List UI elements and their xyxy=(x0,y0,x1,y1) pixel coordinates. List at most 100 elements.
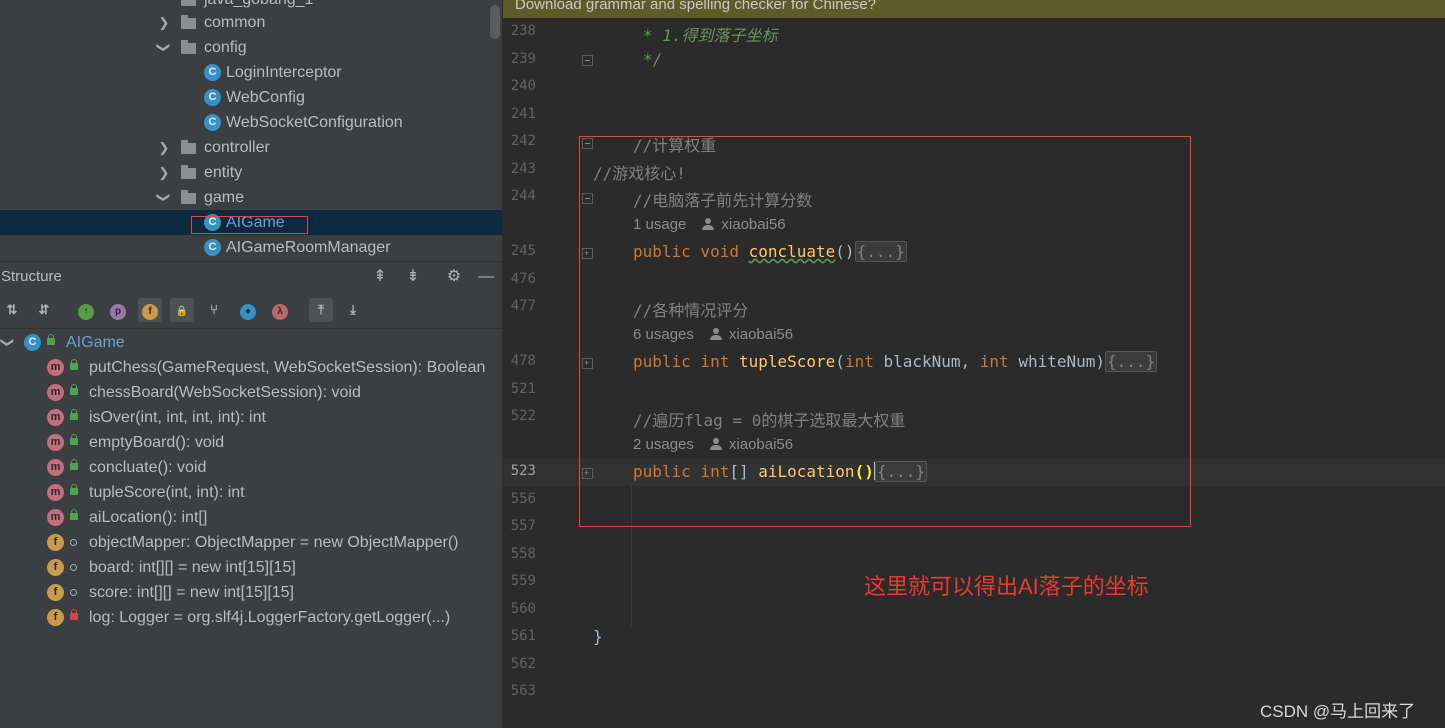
tree-item-entity[interactable]: ❯ entity xyxy=(0,160,502,185)
line-number[interactable]: 559 xyxy=(503,573,536,589)
chevron-right-icon[interactable]: ❯ xyxy=(158,135,170,160)
tree-item-label: config xyxy=(204,39,247,56)
chevron-down-icon[interactable]: ❯ xyxy=(152,42,177,54)
sort-by-visibility-icon[interactable]: ⇅ xyxy=(0,298,24,322)
line-number[interactable]: 478 xyxy=(503,353,536,369)
line-number[interactable]: 240 xyxy=(503,78,536,94)
tree-item-label: entity xyxy=(204,164,243,181)
line-number[interactable]: 243 xyxy=(503,161,536,177)
method-icon: m xyxy=(47,409,64,426)
tree-item-label: controller xyxy=(204,139,270,156)
tree-item-logininterceptor[interactable]: C LoginInterceptor xyxy=(0,60,502,85)
tree-item-label: common xyxy=(204,14,266,31)
tree-item-controller[interactable]: ❯ controller xyxy=(0,135,502,160)
line-number[interactable]: 560 xyxy=(503,601,536,617)
structure-member[interactable]: m concluate(): void xyxy=(0,455,502,480)
folder-icon xyxy=(181,40,196,54)
line-number[interactable]: 522 xyxy=(503,408,536,424)
line-number[interactable]: 521 xyxy=(503,381,536,397)
member-label: isOver(int, int, int, int): int xyxy=(89,409,266,426)
package-private-icon xyxy=(70,564,77,571)
line-number[interactable]: 476 xyxy=(503,271,536,287)
structure-member[interactable]: m putChess(GameRequest, WebSocketSession)… xyxy=(0,355,502,380)
show-lambdas-icon[interactable]: ● xyxy=(236,298,260,322)
method-icon: m xyxy=(47,384,64,401)
tree-item-config[interactable]: ❯ config xyxy=(0,35,502,60)
line-number[interactable]: 563 xyxy=(503,683,536,699)
code-editor[interactable]: Download grammar and spelling checker fo… xyxy=(503,0,1445,728)
field-icon: f xyxy=(47,559,64,576)
chevron-down-icon[interactable]: ❯ xyxy=(0,337,21,349)
show-properties-icon[interactable]: p xyxy=(106,298,130,322)
class-icon: C xyxy=(204,64,221,81)
structure-member[interactable]: m aiLocation(): int[] xyxy=(0,505,502,530)
structure-member[interactable]: f score: int[][] = new int[15][15] xyxy=(0,580,502,605)
line-number[interactable]: 241 xyxy=(503,106,536,122)
autoscroll-from-source-icon[interactable]: ⤓ xyxy=(341,298,365,322)
show-non-public-icon[interactable]: 🔒 xyxy=(170,298,194,322)
tree-item-common[interactable]: ❯ common xyxy=(0,10,502,35)
lock-icon xyxy=(47,334,55,345)
sort-alphabetically-icon[interactable]: ⇵ xyxy=(32,298,56,322)
autoscroll-to-source-icon[interactable]: ⤒ xyxy=(309,298,333,322)
structure-member[interactable]: m isOver(int, int, int, int): int xyxy=(0,405,502,430)
folder-icon xyxy=(181,15,196,29)
member-label: board: int[][] = new int[15][15] xyxy=(89,559,296,576)
collapse-all-icon[interactable]: ⇟ xyxy=(403,267,423,287)
private-lock-icon xyxy=(70,609,78,620)
tree-item-webconfig[interactable]: C WebConfig xyxy=(0,85,502,110)
line-number[interactable]: 238 xyxy=(503,23,536,39)
watermark: CSDN @马上回来了 xyxy=(1260,702,1416,721)
line-number[interactable]: 477 xyxy=(503,298,536,314)
show-anonymous-icon[interactable]: ⑂ xyxy=(202,298,226,322)
minimize-icon[interactable]: — xyxy=(476,267,496,287)
chevron-right-icon[interactable]: ❯ xyxy=(158,10,170,35)
public-lock-icon xyxy=(70,384,78,395)
fold-marker[interactable] xyxy=(582,55,593,66)
highlight-box-code xyxy=(579,136,1191,527)
highlight-box-tree xyxy=(191,216,308,234)
field-icon: f xyxy=(47,534,64,551)
line-number[interactable]: 558 xyxy=(503,546,536,562)
structure-member[interactable]: m tupleScore(int, int): int xyxy=(0,480,502,505)
method-icon: m xyxy=(47,434,64,451)
spelling-notification-bar[interactable]: Download grammar and spelling checker fo… xyxy=(503,0,1445,18)
line-number[interactable]: 561 xyxy=(503,628,536,644)
tree-item-websocketconfiguration[interactable]: C WebSocketConfiguration xyxy=(0,110,502,135)
line-number[interactable]: 556 xyxy=(503,491,536,507)
line-number[interactable]: 239 xyxy=(503,51,536,67)
member-label: emptyBoard(): void xyxy=(89,434,225,451)
structure-member[interactable]: f objectMapper: ObjectMapper = new Object… xyxy=(0,530,502,555)
expand-all-icon[interactable]: ⇞ xyxy=(370,267,390,287)
structure-member[interactable]: f log: Logger = org.slf4j.LoggerFactory.g… xyxy=(0,605,502,630)
chevron-down-icon[interactable]: ❯ xyxy=(152,192,177,204)
structure-root[interactable]: ❯ C AIGame xyxy=(0,330,502,355)
member-label: tupleScore(int, int): int xyxy=(89,484,245,501)
scrollbar-thumb[interactable] xyxy=(490,5,500,39)
structure-header: Structure ⇞ ⇟ ⚙ — xyxy=(0,261,502,292)
member-label: aiLocation(): int[] xyxy=(89,509,208,526)
class-icon: C xyxy=(24,334,41,351)
show-inherited-icon[interactable]: ↑ xyxy=(74,298,98,322)
structure-member[interactable]: m emptyBoard(): void xyxy=(0,430,502,455)
method-icon: m xyxy=(47,359,64,376)
lambda-icon[interactable]: λ xyxy=(268,298,292,322)
member-label: score: int[][] = new int[15][15] xyxy=(89,584,294,601)
line-number[interactable]: 245 xyxy=(503,243,536,259)
folder-icon xyxy=(181,165,196,179)
chevron-right-icon[interactable]: ❯ xyxy=(158,160,170,185)
structure-member[interactable]: f board: int[][] = new int[15][15] xyxy=(0,555,502,580)
tree-item-aigameroommanager[interactable]: C AIGameRoomManager xyxy=(0,235,502,260)
structure-member[interactable]: m chessBoard(WebSocketSession): void xyxy=(0,380,502,405)
show-fields-icon[interactable]: f xyxy=(138,298,162,322)
line-number[interactable]: 242 xyxy=(503,133,536,149)
tree-item-label: WebSocketConfiguration xyxy=(226,114,403,131)
class-icon: C xyxy=(204,114,221,131)
line-number[interactable]: 562 xyxy=(503,656,536,672)
line-number[interactable]: 557 xyxy=(503,518,536,534)
tree-item-game[interactable]: ❯ game xyxy=(0,185,502,210)
member-label: chessBoard(WebSocketSession): void xyxy=(89,384,361,401)
line-number[interactable]: 244 xyxy=(503,188,536,204)
gear-icon[interactable]: ⚙ xyxy=(444,267,464,287)
line-number[interactable]: 523 xyxy=(503,463,536,479)
